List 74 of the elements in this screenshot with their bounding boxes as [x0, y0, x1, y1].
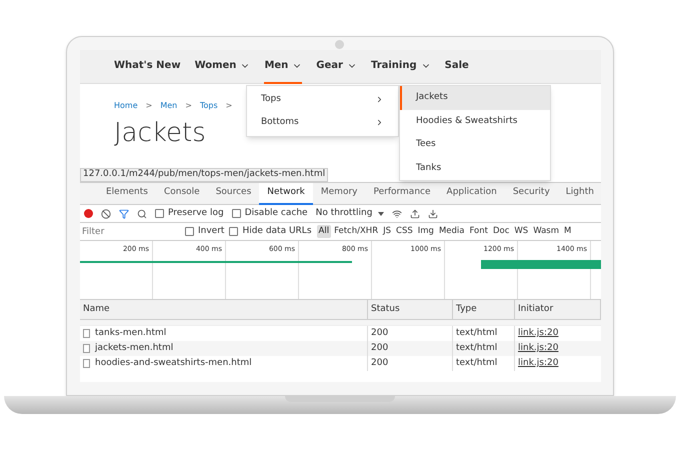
table-cell-text: text/html [456, 356, 498, 370]
checkbox[interactable] [185, 227, 194, 236]
network-settings-icon[interactable] [392, 208, 402, 218]
nav-link[interactable]: Sale [444, 50, 469, 84]
nav-link[interactable]: Gear [316, 50, 357, 84]
record-button[interactable] [84, 209, 93, 218]
breadcrumb-separator: > [146, 100, 152, 112]
breadcrumb-link[interactable]: Men [160, 100, 178, 112]
chevron-right-icon [375, 118, 384, 127]
throttling-dropdown[interactable]: No throttling [316, 206, 384, 220]
devtools-tab[interactable]: Elements [98, 182, 156, 204]
caret-icon [378, 212, 384, 216]
page-title: Jackets [114, 120, 206, 146]
submenu-item[interactable]: Tees [400, 133, 550, 156]
preserve-log-checkbox[interactable]: Preserve log [155, 206, 224, 220]
type-filter[interactable]: CSS [394, 225, 415, 238]
initiator-link[interactable]: link.js:20 [518, 326, 558, 340]
upload-icon[interactable] [410, 208, 420, 218]
breadcrumb-separator: > [226, 100, 232, 112]
type-filter[interactable]: JS [381, 225, 394, 238]
checkbox[interactable] [229, 227, 238, 236]
checkbox[interactable] [155, 209, 164, 218]
column-header[interactable]: Name [80, 300, 368, 319]
type-filter[interactable]: Media [436, 225, 466, 238]
type-filter[interactable]: Fetch/XHR [332, 225, 380, 238]
table-cell-text: text/html [456, 326, 498, 340]
breadcrumb-separator: > [185, 100, 192, 112]
submenu-item[interactable]: Jackets [400, 86, 550, 110]
breadcrumb-link[interactable]: Home [114, 100, 138, 112]
table-cell-text: text/html [456, 342, 498, 355]
nav-link[interactable]: Training [370, 50, 431, 84]
table-cell[interactable]: jackets-men.html [95, 342, 174, 356]
table-cell[interactable]: tanks-men.html [95, 326, 166, 340]
type-filter[interactable]: Doc [490, 225, 512, 238]
clear-icon[interactable] [101, 208, 111, 218]
invert-checkbox[interactable]: Invert [185, 224, 224, 238]
type-filter[interactable]: M [562, 225, 574, 238]
table-cell[interactable]: hoodies-and-sweatshirts-men.html [95, 356, 252, 370]
submenu-item[interactable]: Hoodies & Sweatshirts [400, 110, 550, 133]
table-cell-text: 200 [371, 356, 388, 370]
devtools-tab[interactable]: Performance [365, 182, 439, 204]
breadcrumb-link[interactable]: Tops [200, 100, 218, 112]
table-cell-text: 200 [371, 342, 388, 355]
type-filter[interactable]: Img [416, 225, 436, 238]
column-header[interactable]: Type [453, 300, 515, 319]
type-filter[interactable]: Font [467, 225, 490, 238]
devtools-tab[interactable]: Memory [312, 182, 366, 204]
column-header[interactable]: Initiator [515, 300, 601, 319]
menu-item[interactable]: Tops [247, 88, 398, 111]
devtools-tab[interactable]: Security [504, 182, 558, 204]
devtools-tab[interactable]: Network [259, 182, 313, 204]
menu-item[interactable]: Bottoms [247, 111, 398, 134]
devtools-tab[interactable]: Application [438, 182, 505, 204]
checkbox[interactable] [232, 209, 241, 218]
devtools-tab[interactable]: Lighth [558, 182, 601, 204]
type-filter[interactable]: WS [512, 225, 530, 238]
disable-cache-checkbox[interactable]: Disable cache [232, 206, 308, 220]
type-filter[interactable]: All [316, 225, 332, 238]
chevron-right-icon [375, 95, 384, 104]
submenu-item[interactable]: Tanks [400, 156, 550, 180]
column-header[interactable]: Status [368, 300, 453, 319]
initiator-link[interactable]: link.js:20 [518, 342, 558, 356]
table-cell-text: 200 [371, 326, 388, 340]
search-icon[interactable] [137, 208, 147, 218]
nav-link[interactable]: What's New [114, 50, 181, 84]
hide-data-urls-checkbox[interactable]: Hide data URLs [229, 224, 312, 238]
download-icon[interactable] [428, 208, 438, 218]
nav-link[interactable]: Women [194, 50, 250, 84]
filter-icon[interactable] [119, 208, 129, 218]
initiator-link[interactable]: link.js:20 [518, 356, 558, 370]
devtools-tab[interactable]: Console [156, 182, 208, 204]
status-url-tooltip: 127.0.0.1/m244/pub/men/tops-men/jackets-men.html [80, 168, 328, 182]
devtools-tab[interactable]: Sources [208, 182, 260, 204]
type-filter[interactable]: Wasm [531, 225, 561, 238]
